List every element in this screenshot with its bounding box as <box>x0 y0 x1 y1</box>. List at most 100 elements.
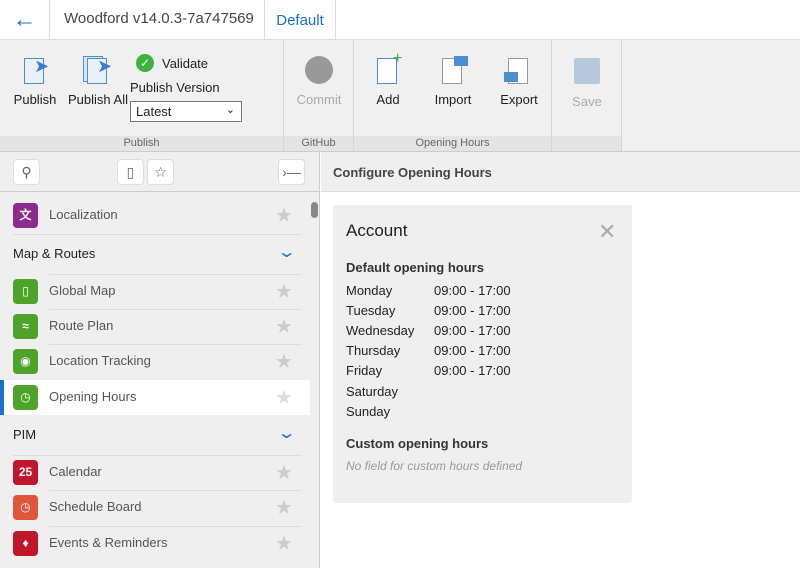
star-icon[interactable]: ★ <box>275 460 293 485</box>
chevron-down-icon: ⌄ <box>226 101 235 120</box>
back-arrow-icon[interactable]: ← <box>0 0 50 40</box>
day-label: Sunday <box>346 404 390 419</box>
custom-hours-empty: No field for custom hours defined <box>346 459 522 473</box>
section-map-routes[interactable]: Map & Routes⌄ <box>0 234 310 274</box>
publish-all-icon: ➤ <box>83 56 113 86</box>
sidebar-scrollbar[interactable] <box>311 202 318 218</box>
sidebar-item-label: Route Plan <box>49 318 113 333</box>
day-label: Wednesday <box>346 323 414 338</box>
star-icon[interactable]: ★ <box>275 495 293 520</box>
add-label: Add <box>376 92 399 107</box>
sidebar-item-location-tracking[interactable]: ◉ Location Tracking ★ <box>0 344 310 379</box>
day-label: Friday <box>346 363 382 378</box>
hours-value: 09:00 - 17:00 <box>434 343 511 358</box>
custom-hours-heading: Custom opening hours <box>346 436 488 451</box>
export-button[interactable]: Export <box>492 56 546 107</box>
sidebar-item-global-map[interactable]: ▯ Global Map ★ <box>0 274 310 309</box>
sidebar-item-label: Events & Reminders <box>49 535 168 550</box>
sidebar: ⚲ ▯ ☆ ›— 文 Localization ★ Map & Routes⌄ ▯ G… <box>0 152 320 568</box>
export-icon <box>504 56 534 86</box>
publish-label: Publish <box>14 92 57 107</box>
add-document-icon: + <box>373 56 403 86</box>
sidebar-item-schedule-board[interactable]: ◷ Schedule Board ★ <box>0 490 310 525</box>
day-label: Thursday <box>346 343 400 358</box>
star-icon[interactable]: ★ <box>275 314 293 339</box>
save-icon <box>572 58 602 88</box>
map-icon: ▯ <box>13 279 38 304</box>
publish-all-label: Publish All <box>68 92 128 107</box>
save-label: Save <box>572 94 602 109</box>
star-icon[interactable]: ★ <box>275 385 293 410</box>
calendar-icon: 25 <box>13 460 38 485</box>
bell-icon: ♦ <box>13 531 38 556</box>
default-hours-heading: Default opening hours <box>346 260 484 275</box>
sidebar-item-label: Opening Hours <box>49 389 136 404</box>
group-label-opening-hours: Opening Hours <box>354 136 551 151</box>
group-label-publish: Publish <box>0 136 283 151</box>
validate-label: Validate <box>162 56 208 71</box>
day-label: Tuesday <box>346 303 395 318</box>
group-label-github: GitHub <box>284 136 353 151</box>
star-icon[interactable]: ★ <box>275 531 293 556</box>
ribbon-group-github: Commit GitHub <box>284 40 354 151</box>
chevron-down-icon: ⌄ <box>277 242 297 262</box>
star-icon[interactable]: ★ <box>275 279 293 304</box>
app-title: Woodford v14.0.3-7a747569 <box>64 10 254 27</box>
export-label: Export <box>500 92 538 107</box>
import-icon <box>438 56 468 86</box>
sidebar-item-label: Schedule Board <box>49 499 142 514</box>
star-icon[interactable]: ★ <box>275 203 293 228</box>
sidebar-item-label: Global Map <box>49 283 115 298</box>
save-button[interactable]: Save <box>562 56 612 109</box>
chevron-down-icon: ⌄ <box>277 423 297 443</box>
card-title: Account <box>346 221 407 241</box>
sidebar-item-opening-hours[interactable]: ◷ Opening Hours ★ <box>0 380 310 415</box>
schedule-icon: ◷ <box>13 495 38 520</box>
sidebar-toolbar: ⚲ ▯ ☆ ›— <box>0 152 320 192</box>
tab-default[interactable]: Default <box>264 0 336 40</box>
day-label: Monday <box>346 283 392 298</box>
import-label: Import <box>435 92 472 107</box>
commit-label: Commit <box>297 92 342 107</box>
ribbon-group-publish: ➤ Publish ➤ Publish All ✓Validate Publis… <box>0 40 284 151</box>
favorites-star-icon[interactable]: ☆ <box>147 159 174 185</box>
publish-version-label: Publish Version <box>130 80 220 95</box>
ribbon: ➤ Publish ➤ Publish All ✓Validate Publis… <box>0 40 800 152</box>
ribbon-group-opening-hours: + Add Import Export Opening Hours <box>354 40 552 151</box>
commit-button[interactable]: Commit <box>292 56 346 107</box>
sidebar-item-events-reminders[interactable]: ♦ Events & Reminders ★ <box>0 526 310 561</box>
localization-icon: 文 <box>13 203 38 228</box>
opening-hours-card: Account ✕ Default opening hours Monday 09… <box>333 205 632 503</box>
route-icon: ≈ <box>13 314 38 339</box>
hours-value: 09:00 - 17:00 <box>434 283 511 298</box>
sidebar-item-localization[interactable]: 文 Localization ★ <box>0 198 310 233</box>
publish-all-button[interactable]: ➤ Publish All <box>66 56 130 107</box>
location-pin-icon: ◉ <box>13 349 38 374</box>
search-icon[interactable]: ⚲ <box>13 159 40 185</box>
validate-button[interactable]: ✓Validate <box>136 54 208 72</box>
sidebar-item-route-plan[interactable]: ≈ Route Plan ★ <box>0 309 310 344</box>
close-icon[interactable]: ✕ <box>598 219 616 245</box>
sidebar-item-calendar[interactable]: 25 Calendar ★ <box>0 455 310 490</box>
clock-icon: ◷ <box>13 385 38 410</box>
mobile-device-icon[interactable]: ▯ <box>117 159 144 185</box>
sidebar-item-label: Location Tracking <box>49 353 151 368</box>
ribbon-group-save: Save <box>552 40 622 151</box>
publish-icon: ➤ <box>20 56 50 86</box>
section-label: PIM <box>13 427 36 442</box>
sidebar-item-label: Localization <box>49 207 118 222</box>
group-label-save <box>552 136 621 151</box>
add-button[interactable]: + Add <box>366 56 410 107</box>
publish-button[interactable]: ➤ Publish <box>10 56 60 107</box>
publish-version-select[interactable]: Latest ⌄ <box>130 101 242 122</box>
hours-value: 09:00 - 17:00 <box>434 363 511 378</box>
section-pim[interactable]: PIM ⌄ <box>0 415 310 455</box>
day-label: Saturday <box>346 384 398 399</box>
star-icon[interactable]: ★ <box>275 349 293 374</box>
page-title: Configure Opening Hours <box>321 152 800 192</box>
import-button[interactable]: Import <box>426 56 480 107</box>
collapse-icon[interactable]: ›— <box>278 159 305 185</box>
sidebar-item-label: Calendar <box>49 464 102 479</box>
publish-version-value: Latest <box>136 104 171 119</box>
top-bar: ← Woodford v14.0.3-7a747569 Default <box>0 0 800 40</box>
